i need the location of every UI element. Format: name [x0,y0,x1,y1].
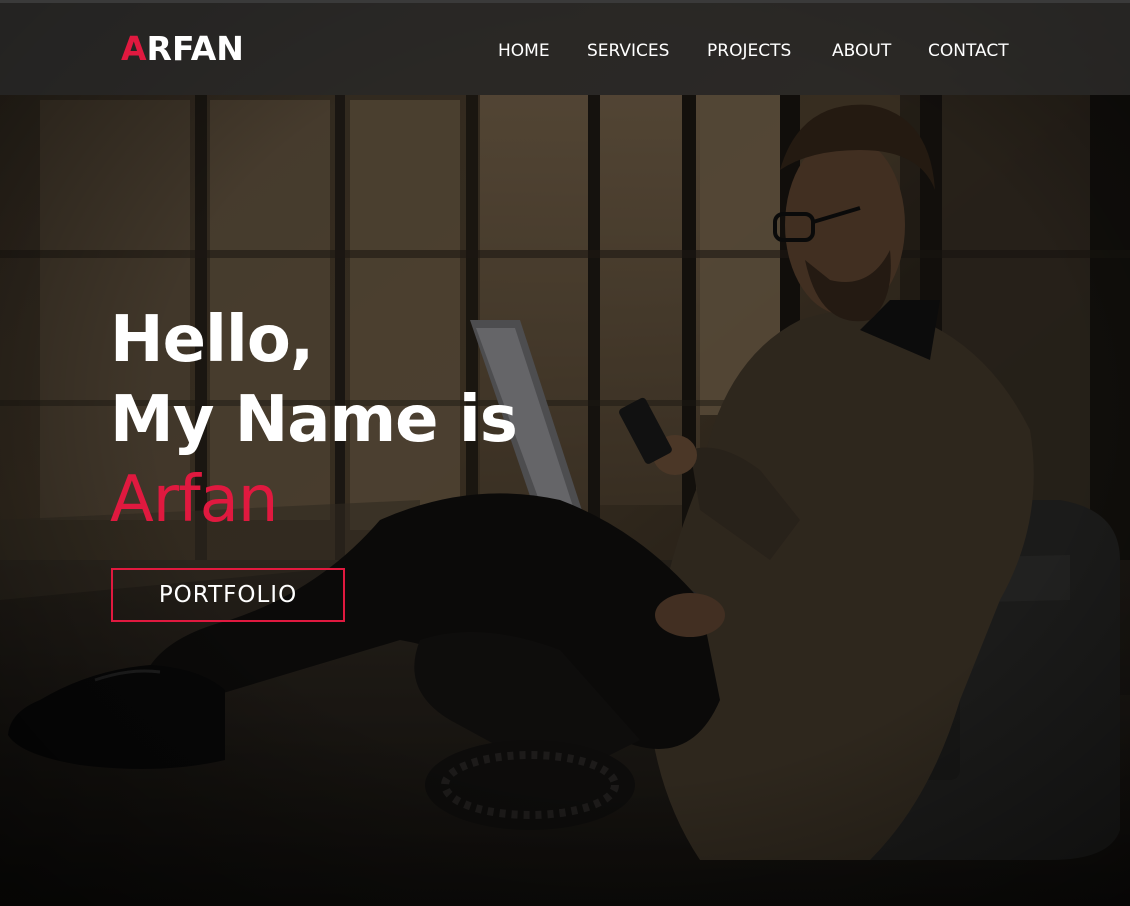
top-rule [0,0,1130,3]
nav-item-projects[interactable]: PROJECTS [707,39,791,63]
hero-greeting: Hello, [110,303,314,377]
nav-item-about[interactable]: ABOUT [832,39,891,63]
nav-item-home[interactable]: HOME [498,39,550,63]
page: ARFAN HOME SERVICES PROJECTS ABOUT CONTA… [0,0,1130,906]
navbar: ARFAN HOME SERVICES PROJECTS ABOUT CONTA… [0,3,1130,95]
portfolio-button[interactable]: PORTFOLIO [111,568,345,622]
nav-links: HOME SERVICES PROJECTS ABOUT CONTACT [0,39,1130,65]
hero-name: Arfan [110,463,278,537]
hero-heading: Hello, My Name is Arfan [110,300,518,540]
nav-item-contact[interactable]: CONTACT [928,39,1009,63]
nav-item-services[interactable]: SERVICES [587,39,669,63]
hero-intro: My Name is [110,383,518,457]
